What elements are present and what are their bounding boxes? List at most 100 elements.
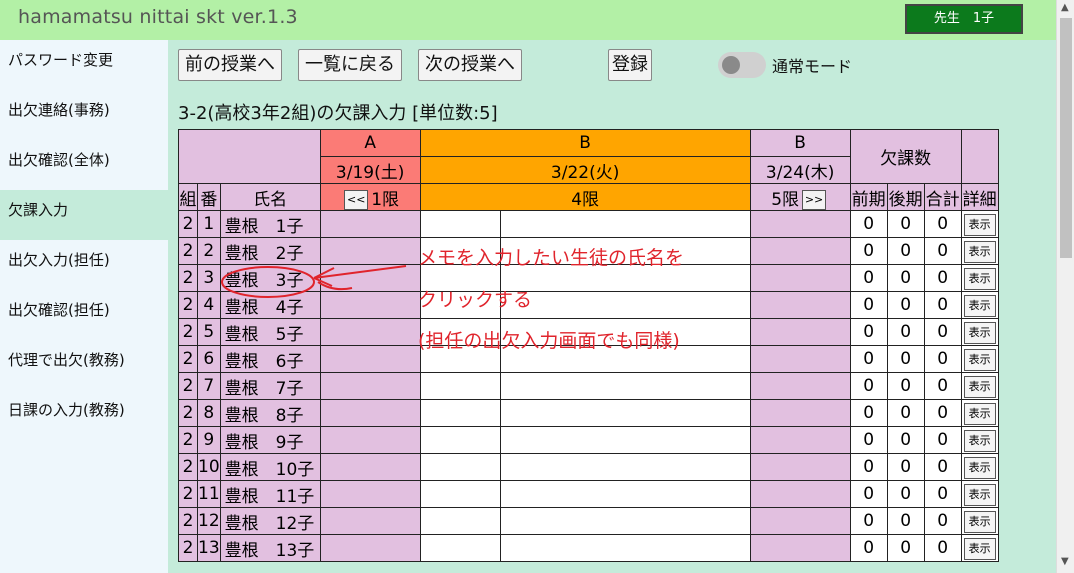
- sidebar-item-password-change[interactable]: パスワード変更: [0, 40, 168, 90]
- period-4-input-b[interactable]: [499, 480, 751, 508]
- show-detail-button[interactable]: 表示: [963, 537, 996, 560]
- detail-cell: 表示: [960, 426, 999, 454]
- period-4-input-a[interactable]: [419, 534, 501, 562]
- period-4-input-a[interactable]: [419, 399, 501, 427]
- show-detail-button[interactable]: 表示: [963, 456, 996, 479]
- student-name[interactable]: 豊根 13子: [219, 534, 321, 562]
- period-1-input[interactable]: [319, 372, 421, 400]
- period-5-input[interactable]: [749, 318, 851, 346]
- detail-cell: 表示: [960, 237, 999, 265]
- show-detail-button[interactable]: 表示: [963, 294, 996, 317]
- student-name[interactable]: 豊根 12子: [219, 507, 321, 535]
- show-detail-button[interactable]: 表示: [963, 240, 996, 263]
- period-4-input-a[interactable]: [419, 453, 501, 481]
- sidebar-item-schedule-input[interactable]: 日課の入力(教務): [0, 390, 168, 440]
- period-4-input-b[interactable]: [499, 507, 751, 535]
- student-name[interactable]: 豊根 1子: [219, 210, 321, 238]
- scroll-down-icon[interactable]: ▼: [1061, 556, 1069, 567]
- period-5-input[interactable]: [749, 453, 851, 481]
- scroll-thumb[interactable]: [1060, 18, 1072, 258]
- period-5-input[interactable]: [749, 507, 851, 535]
- prev-class-button[interactable]: 前の授業へ: [178, 49, 282, 81]
- period-4-input-b[interactable]: [499, 426, 751, 454]
- period-1-input[interactable]: [319, 210, 421, 238]
- period-5-input[interactable]: [749, 210, 851, 238]
- show-detail-button[interactable]: 表示: [963, 213, 996, 236]
- back-to-list-button[interactable]: 一覧に戻る: [298, 49, 402, 81]
- show-detail-button[interactable]: 表示: [963, 429, 996, 452]
- period-1-input[interactable]: [319, 453, 421, 481]
- scrollbar[interactable]: ▲ ▼: [1056, 0, 1074, 573]
- period-1-input[interactable]: [319, 480, 421, 508]
- sidebar-item-absence-input[interactable]: 欠課入力: [0, 190, 168, 240]
- period-5-input[interactable]: [749, 345, 851, 373]
- next-class-button[interactable]: 次の授業へ: [418, 49, 522, 81]
- sidebar-item-proxy-attendance[interactable]: 代理で出欠(教務): [0, 340, 168, 390]
- period-4-input-b[interactable]: [499, 210, 751, 238]
- top-bar: hamamatsu nittai skt ver.1.3 先生 1子: [0, 0, 1056, 40]
- absences-header: 欠課数: [849, 129, 962, 184]
- row-number: 7: [197, 372, 221, 400]
- period-4-input-a[interactable]: [419, 426, 501, 454]
- week-b-1: B: [419, 129, 751, 157]
- period-5-input[interactable]: [749, 264, 851, 292]
- period-4-input-b[interactable]: [499, 291, 751, 319]
- period-5-input[interactable]: [749, 372, 851, 400]
- show-detail-button[interactable]: 表示: [963, 402, 996, 425]
- period-5-input[interactable]: [749, 237, 851, 265]
- period-4-input-a[interactable]: [419, 372, 501, 400]
- student-name[interactable]: 豊根 11子: [219, 480, 321, 508]
- period-5-input[interactable]: [749, 291, 851, 319]
- period-1-input[interactable]: [319, 507, 421, 535]
- student-name[interactable]: 豊根 7子: [219, 372, 321, 400]
- show-detail-button[interactable]: 表示: [963, 267, 996, 290]
- show-detail-button[interactable]: 表示: [963, 483, 996, 506]
- period-1-input[interactable]: [319, 426, 421, 454]
- period-4-input-b[interactable]: [499, 399, 751, 427]
- second-term-count: 0: [886, 210, 925, 238]
- mode-toggle[interactable]: [718, 52, 766, 78]
- first-term-count: 0: [849, 399, 888, 427]
- sidebar-item-attendance-contact[interactable]: 出欠連絡(事務): [0, 90, 168, 140]
- period-4-input-b[interactable]: [499, 534, 751, 562]
- week-a: A: [319, 129, 421, 157]
- second-term-count: 0: [886, 399, 925, 427]
- row-number: 3: [197, 264, 221, 292]
- detail-cell: 表示: [960, 534, 999, 562]
- period-1-input[interactable]: [319, 399, 421, 427]
- student-name[interactable]: 豊根 10子: [219, 453, 321, 481]
- total-count: 0: [923, 399, 962, 427]
- period-1-input[interactable]: [319, 318, 421, 346]
- period-4-input-b[interactable]: [499, 372, 751, 400]
- show-detail-button[interactable]: 表示: [963, 510, 996, 533]
- show-detail-button[interactable]: 表示: [963, 375, 996, 398]
- period-5-input[interactable]: [749, 480, 851, 508]
- sidebar-item-attendance-check-homeroom[interactable]: 出欠確認(担任): [0, 290, 168, 340]
- show-detail-button[interactable]: 表示: [963, 321, 996, 344]
- student-name[interactable]: 豊根 5子: [219, 318, 321, 346]
- user-badge[interactable]: 先生 1子: [905, 4, 1023, 34]
- register-button[interactable]: 登録: [608, 49, 652, 81]
- period-4-input-a[interactable]: [419, 480, 501, 508]
- period-5-input[interactable]: [749, 399, 851, 427]
- period-5-input[interactable]: [749, 534, 851, 562]
- period-5-input[interactable]: [749, 426, 851, 454]
- second-term-count: 0: [886, 426, 925, 454]
- sidebar-item-attendance-input-homeroom[interactable]: 出欠入力(担任): [0, 240, 168, 290]
- period-1-cell: << 1限: [319, 183, 421, 211]
- period-1-input[interactable]: [319, 345, 421, 373]
- student-name[interactable]: 豊根 6子: [219, 345, 321, 373]
- show-detail-button[interactable]: 表示: [963, 348, 996, 371]
- period-4-input-b[interactable]: [499, 453, 751, 481]
- app-title: hamamatsu nittai skt ver.1.3: [18, 6, 298, 28]
- next-period-button[interactable]: >>: [802, 189, 827, 210]
- prev-period-button[interactable]: <<: [344, 189, 369, 210]
- scroll-up-icon[interactable]: ▲: [1061, 2, 1069, 13]
- sidebar-item-attendance-check-all[interactable]: 出欠確認(全体): [0, 140, 168, 190]
- date-3: 3/24(木): [749, 156, 851, 184]
- period-1-input[interactable]: [319, 534, 421, 562]
- period-4-input-a[interactable]: [419, 507, 501, 535]
- period-4-input-a[interactable]: [419, 210, 501, 238]
- student-name[interactable]: 豊根 8子: [219, 399, 321, 427]
- student-name[interactable]: 豊根 9子: [219, 426, 321, 454]
